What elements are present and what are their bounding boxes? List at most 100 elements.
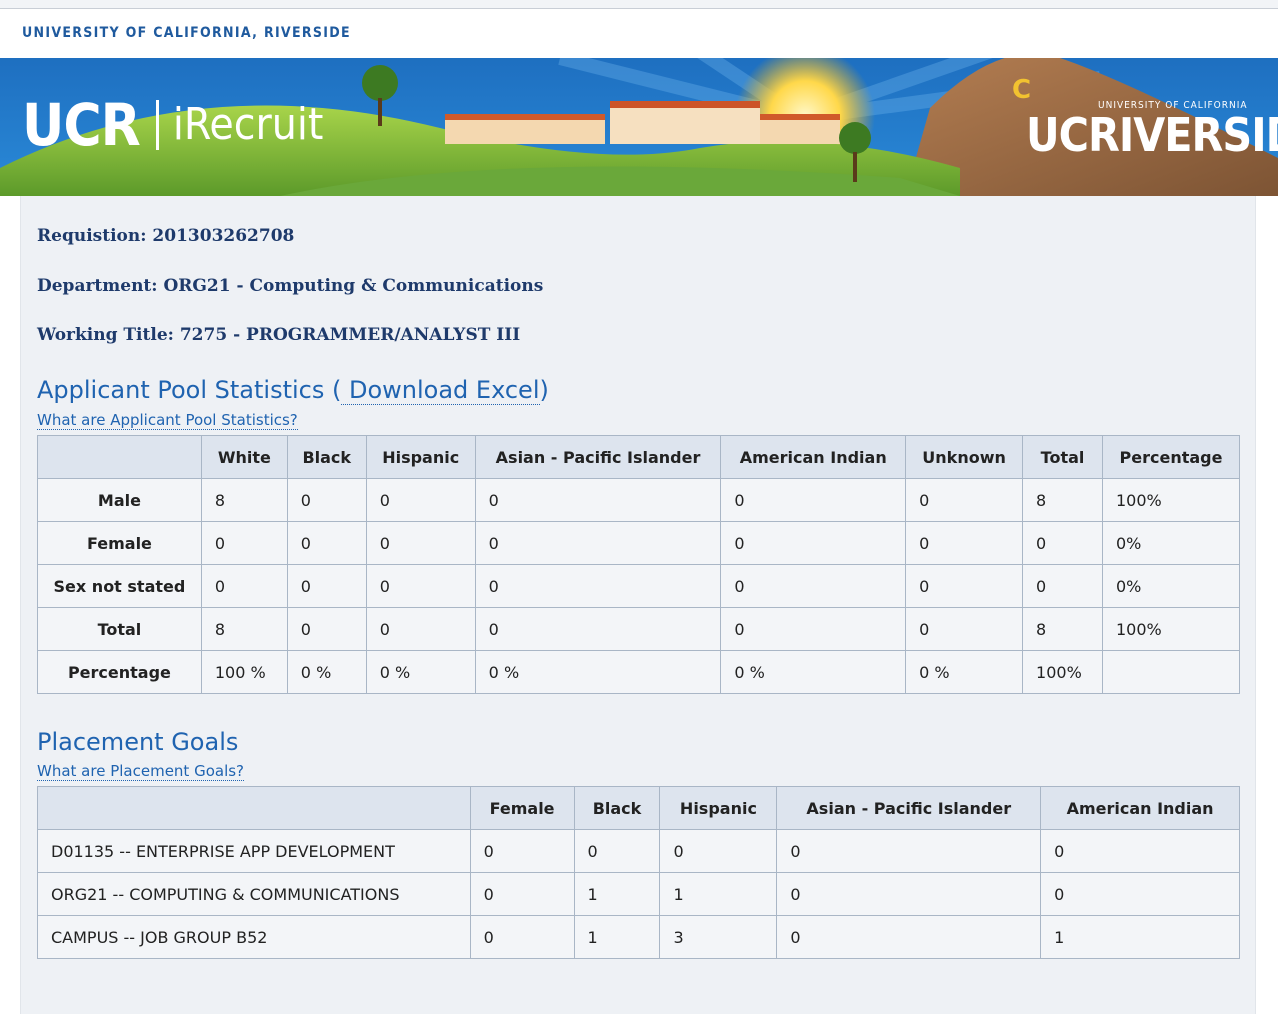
table-cell: 0	[365, 478, 476, 522]
table-cell: 0	[776, 915, 1042, 959]
pool-col-header-6: Unknown	[905, 435, 1024, 479]
goals-col-header-2: Black	[573, 786, 661, 830]
table-cell: 0	[200, 521, 288, 565]
applicant-pool-help-link[interactable]: What are Applicant Pool Statistics?	[37, 411, 298, 430]
pool-col-header-3: Hispanic	[365, 435, 476, 479]
table-cell: 0	[474, 564, 722, 608]
table-cell: 0	[469, 915, 575, 959]
placement-goals-title: Placement Goals	[37, 728, 239, 756]
table-cell: 0	[286, 478, 367, 522]
table-cell	[1102, 650, 1240, 694]
table-cell: 1	[573, 915, 661, 959]
table-cell: 0	[365, 521, 476, 565]
table-cell: 8	[1022, 607, 1103, 651]
table-cell: 0 %	[474, 650, 722, 694]
row-label: ORG21 -- COMPUTING & COMMUNICATIONS	[37, 872, 471, 916]
goals-col-header-5: American Indian	[1040, 786, 1240, 830]
table-cell: 0 %	[365, 650, 476, 694]
table-cell: 0	[573, 829, 661, 873]
table-cell: 1	[573, 872, 661, 916]
table-cell: 0	[720, 478, 907, 522]
pool-col-header-4: Asian - Pacific Islander	[474, 435, 722, 479]
table-cell: 0	[905, 478, 1024, 522]
table-cell: 0 %	[905, 650, 1024, 694]
table-cell: 1	[659, 872, 778, 916]
table-row: Female 0 0 0 0 0 0 0 0%	[37, 521, 1240, 565]
logo-ucriverside-text: UCRIVERSIDE	[1026, 108, 1278, 162]
applicant-pool-table: White Black Hispanic Asian - Pacific Island…	[37, 435, 1240, 694]
table-cell: 0	[469, 872, 575, 916]
table-row: Sex not stated 0 0 0 0 0 0 0 0%	[37, 564, 1240, 608]
pool-col-header-8: Percentage	[1102, 435, 1240, 479]
row-label: Percentage	[37, 650, 202, 694]
table-cell: 0	[1022, 564, 1103, 608]
table-cell: 0	[776, 829, 1042, 873]
table-cell: 0	[1040, 829, 1240, 873]
pool-col-header-2: Black	[286, 435, 367, 479]
table-cell: 8	[1022, 478, 1103, 522]
ucr-irecruit-logo[interactable]: UCR iRecruit	[22, 95, 323, 155]
row-label: Male	[37, 478, 202, 522]
table-row: ORG21 -- COMPUTING & COMMUNICATIONS 0 1 1 0 0	[37, 872, 1240, 916]
goals-col-header-4: Asian - Pacific Islander	[776, 786, 1042, 830]
applicant-pool-title: Applicant Pool Statistics (	[37, 376, 342, 404]
table-cell: 0	[905, 521, 1024, 565]
table-cell: 0	[474, 607, 722, 651]
goals-col-header-0	[37, 786, 471, 830]
table-cell: 0 %	[720, 650, 907, 694]
svg-text:C: C	[1012, 75, 1031, 105]
table-cell: 0	[469, 829, 575, 873]
table-cell: 0	[659, 829, 778, 873]
table-cell: 0 %	[286, 650, 367, 694]
table-cell: 0	[286, 564, 367, 608]
table-cell: 8	[200, 478, 288, 522]
table-cell: 3	[659, 915, 778, 959]
table-cell: 0	[200, 564, 288, 608]
table-cell: 0	[720, 564, 907, 608]
goals-col-header-1: Female	[469, 786, 575, 830]
pool-col-header-1: White	[200, 435, 288, 479]
table-cell: 0	[776, 872, 1042, 916]
table-row: CAMPUS -- JOB GROUP B52 0 1 3 0 1	[37, 915, 1240, 959]
table-cell: 8	[200, 607, 288, 651]
download-excel-link[interactable]: Download Excel	[341, 376, 540, 405]
table-cell: 0	[474, 478, 722, 522]
row-label: Total	[37, 607, 202, 651]
table-cell: 0	[474, 521, 722, 565]
row-label: Female	[37, 521, 202, 565]
table-cell: 0	[365, 607, 476, 651]
pool-col-header-0	[37, 435, 202, 479]
table-cell: 0	[720, 607, 907, 651]
window-top-border	[0, 0, 1278, 9]
working-title: Working Title: 7275 - PROGRAMMER/ANALYST…	[37, 325, 521, 345]
row-label: Sex not stated	[37, 564, 202, 608]
pool-col-header-5: American Indian	[720, 435, 907, 479]
brand-ucr: UCR	[22, 91, 141, 159]
table-cell: 100 %	[200, 650, 288, 694]
table-cell: 0	[720, 521, 907, 565]
table-row: Male 8 0 0 0 0 0 8 100%	[37, 478, 1240, 522]
brand-irecruit: iRecruit	[172, 99, 324, 150]
table-cell: 0	[1022, 521, 1103, 565]
table-cell: 0	[286, 607, 367, 651]
placement-goals-help-link[interactable]: What are Placement Goals?	[37, 762, 245, 781]
placement-goals-table: Female Black Hispanic Asian - Pacific Islan…	[37, 786, 1240, 959]
main-content: Requistion: 201303262708 Department: ORG…	[20, 196, 1256, 1014]
table-row: Total 8 0 0 0 0 0 8 100%	[37, 607, 1240, 651]
table-cell: 0%	[1102, 564, 1240, 608]
brand-divider	[155, 100, 159, 150]
table-cell: 0%	[1102, 521, 1240, 565]
table-cell: 100%	[1102, 478, 1240, 522]
applicant-pool-title-close: )	[539, 376, 549, 404]
table-row: D01135 -- ENTERPRISE APP DEVELOPMENT 0 0 0 0…	[37, 829, 1240, 873]
requisition-number: Requistion: 201303262708	[37, 226, 295, 246]
pool-col-header-7: Total	[1022, 435, 1103, 479]
department: Department: ORG21 - Computing & Communic…	[37, 276, 544, 296]
goals-col-header-3: Hispanic	[659, 786, 778, 830]
table-cell: 0	[905, 607, 1024, 651]
university-name: UNIVERSITY OF CALIFORNIA, RIVERSIDE	[22, 25, 351, 41]
table-cell: 100%	[1102, 607, 1240, 651]
table-cell: 0	[1040, 872, 1240, 916]
row-label: D01135 -- ENTERPRISE APP DEVELOPMENT	[37, 829, 471, 873]
applicant-pool-heading: Applicant Pool Statistics ( Download Exc…	[37, 376, 549, 405]
